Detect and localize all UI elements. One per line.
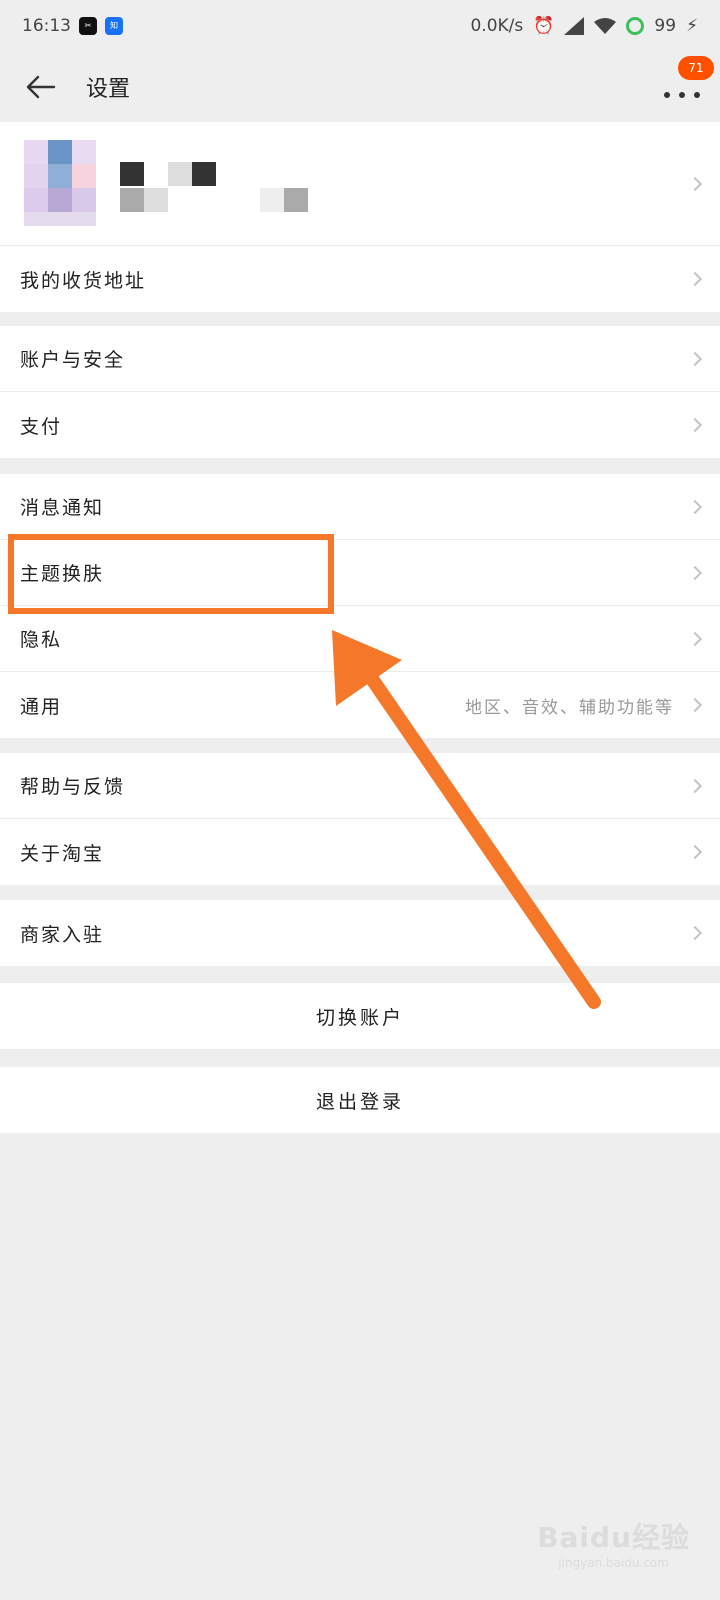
- account-security-label: 账户与安全: [20, 349, 126, 371]
- logout-label: 退出登录: [315, 1090, 404, 1113]
- highlight-annotation: [8, 534, 334, 614]
- alarm-icon: ⏰: [533, 16, 555, 36]
- about-label: 关于淘宝: [20, 842, 105, 865]
- chevron-right-icon: [687, 271, 703, 287]
- status-bar: 16:13 ✂ 知 0.0K/s ⏰ 99 ⚡: [0, 0, 720, 52]
- chevron-right-icon: [687, 697, 703, 713]
- general-row[interactable]: 通用 地区、音效、辅助功能等: [0, 672, 720, 738]
- baidu-watermark: Baidu经验 jingyan.baidu.com: [537, 1516, 690, 1570]
- chevron-right-icon: [687, 565, 703, 580]
- chevron-right-icon: [687, 176, 703, 191]
- notifications-row[interactable]: 消息通知: [0, 474, 720, 540]
- account-group: 账户与安全 支付: [0, 326, 720, 458]
- account-security-row[interactable]: 账户与安全: [0, 326, 720, 392]
- support-group: 帮助与反馈 关于淘宝: [0, 753, 720, 885]
- avatar: [24, 140, 96, 226]
- chevron-right-icon: [687, 925, 703, 941]
- zhihu-icon: 知: [105, 17, 123, 35]
- general-subtitle: 地区、音效、辅助功能等: [465, 697, 674, 718]
- network-speed: 0.0K/s: [470, 16, 524, 36]
- more-dot-icon: [679, 92, 685, 98]
- about-row[interactable]: 关于淘宝: [0, 819, 720, 885]
- hd-signal-icon: [564, 17, 585, 35]
- app-bar: 设置 71: [0, 52, 720, 122]
- logout-button[interactable]: 退出登录: [0, 1067, 720, 1133]
- help-feedback-label: 帮助与反馈: [20, 776, 126, 798]
- more-dot-icon: [664, 92, 670, 98]
- switch-account-label: 切换账户: [315, 1006, 404, 1029]
- username-blurred: [120, 162, 320, 212]
- merchant-row[interactable]: 商家入驻: [0, 900, 720, 966]
- merchant-group: 商家入驻: [0, 900, 720, 966]
- help-feedback-row[interactable]: 帮助与反馈: [0, 753, 720, 819]
- chevron-right-icon: [687, 499, 703, 514]
- status-time: 16:13: [22, 16, 71, 36]
- chevron-right-icon: [687, 417, 703, 433]
- switch-account-group: 切换账户: [0, 983, 720, 1049]
- battery-level: 99: [654, 16, 677, 36]
- chevron-right-icon: [687, 631, 703, 646]
- charging-icon: ⚡: [686, 16, 698, 36]
- notification-badge: 71: [678, 56, 714, 80]
- ring-icon: [626, 17, 645, 35]
- payment-row[interactable]: 支付: [0, 392, 720, 458]
- privacy-label: 隐私: [20, 629, 63, 651]
- profile-group: 我的收货地址: [0, 122, 720, 312]
- payment-label: 支付: [20, 415, 63, 438]
- profile-row[interactable]: [0, 122, 720, 246]
- page-title: 设置: [86, 77, 131, 102]
- general-label: 通用: [20, 695, 63, 718]
- merchant-label: 商家入驻: [20, 923, 105, 946]
- address-label: 我的收货地址: [20, 269, 147, 292]
- switch-account-button[interactable]: 切换账户: [0, 983, 720, 1049]
- chevron-right-icon: [687, 844, 703, 860]
- back-arrow-icon[interactable]: [24, 72, 58, 102]
- wifi-icon: [594, 18, 617, 34]
- watermark-domain: jingyan.baidu.com: [558, 1556, 669, 1570]
- privacy-row[interactable]: 隐私: [0, 606, 720, 672]
- more-dot-icon: [694, 92, 700, 98]
- notifications-label: 消息通知: [20, 497, 105, 519]
- logout-group: 退出登录: [0, 1067, 720, 1133]
- chevron-right-icon: [687, 778, 703, 793]
- address-row[interactable]: 我的收货地址: [0, 246, 720, 312]
- capcut-icon: ✂: [79, 17, 97, 35]
- watermark-brand: Baidu经验: [537, 1521, 690, 1554]
- chevron-right-icon: [687, 351, 703, 366]
